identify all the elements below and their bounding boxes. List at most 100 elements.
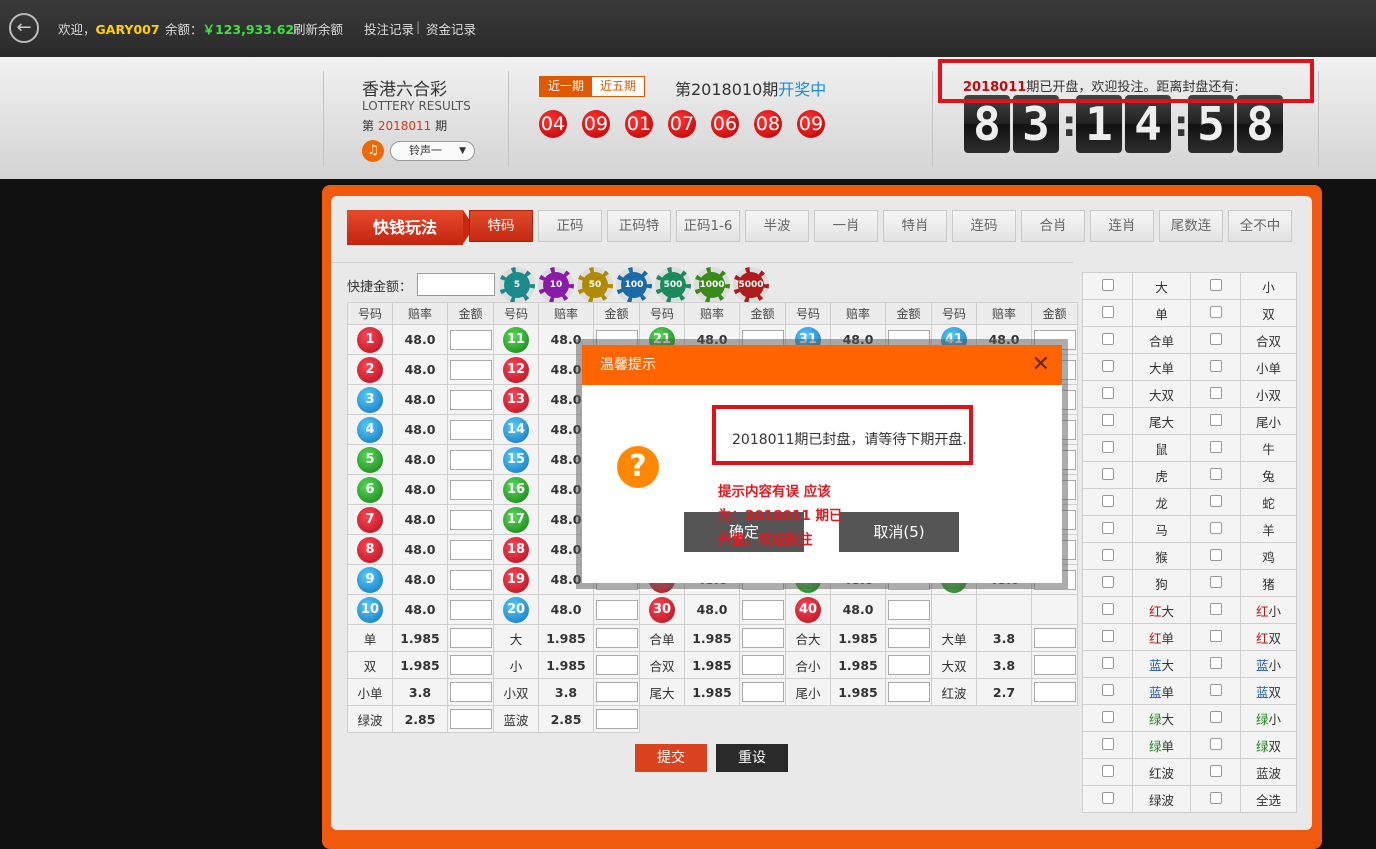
back-arrow-icon[interactable]: ←	[9, 13, 39, 43]
amount-input[interactable]	[449, 655, 492, 675]
submit-button[interactable]: 提交	[635, 744, 707, 772]
checkbox[interactable]	[1101, 548, 1114, 561]
amount-input[interactable]	[741, 655, 784, 675]
number-ball[interactable]: 6	[357, 476, 383, 503]
number-ball[interactable]: 19	[503, 566, 529, 593]
checkbox[interactable]	[1101, 440, 1114, 453]
checkbox[interactable]	[1101, 278, 1114, 291]
amount-input[interactable]	[595, 628, 638, 648]
amount-input[interactable]	[449, 389, 492, 410]
tab-play-1[interactable]: 正码	[538, 210, 602, 242]
checkbox[interactable]	[1209, 359, 1222, 372]
fund-log-link[interactable]: 资金记录	[426, 19, 476, 38]
checkbox[interactable]	[1209, 440, 1222, 453]
amount-input[interactable]	[741, 599, 784, 620]
amount-input[interactable]	[1033, 682, 1076, 702]
number-ball[interactable]: 40	[795, 596, 821, 623]
refresh-balance-link[interactable]: 刷新余额	[293, 19, 343, 38]
checkbox[interactable]	[1209, 575, 1222, 588]
number-ball[interactable]: 5	[357, 446, 383, 473]
checkbox[interactable]	[1101, 494, 1114, 507]
tab-recent-5[interactable]: 近五期	[592, 77, 645, 96]
checkbox[interactable]	[1209, 764, 1222, 777]
number-ball[interactable]: 8	[357, 536, 383, 563]
number-ball[interactable]: 3	[357, 386, 383, 413]
amount-input[interactable]	[449, 449, 492, 470]
tab-play-11[interactable]: 全不中	[1228, 210, 1292, 242]
tab-play-5[interactable]: 一肖	[814, 210, 878, 242]
checkbox[interactable]	[1209, 683, 1222, 696]
checkbox[interactable]	[1209, 278, 1222, 291]
checkbox[interactable]	[1101, 683, 1114, 696]
music-icon[interactable]: ♫	[362, 140, 384, 162]
checkbox[interactable]	[1209, 494, 1222, 507]
checkbox[interactable]	[1209, 305, 1222, 318]
tab-play-6[interactable]: 特肖	[883, 210, 947, 242]
checkbox[interactable]	[1209, 656, 1222, 669]
amount-input[interactable]	[449, 709, 492, 729]
number-ball[interactable]: 12	[503, 356, 529, 383]
tab-play-0[interactable]: 特码	[469, 210, 533, 242]
checkbox[interactable]	[1101, 791, 1114, 804]
amount-input[interactable]	[595, 682, 638, 702]
number-ball[interactable]: 20	[503, 596, 529, 623]
amount-input[interactable]	[449, 509, 492, 530]
amount-input[interactable]	[1033, 655, 1076, 675]
number-ball[interactable]: 30	[649, 596, 675, 623]
number-ball[interactable]: 16	[503, 476, 529, 503]
tab-play-4[interactable]: 半波	[745, 210, 809, 242]
checkbox[interactable]	[1101, 602, 1114, 615]
chip-500[interactable]: 500	[655, 267, 691, 303]
checkbox[interactable]	[1209, 602, 1222, 615]
checkbox[interactable]	[1101, 710, 1114, 723]
tab-play-10[interactable]: 尾数连	[1159, 210, 1223, 242]
tab-play-7[interactable]: 连码	[952, 210, 1016, 242]
chip-10[interactable]: 10	[538, 267, 574, 303]
checkbox[interactable]	[1101, 737, 1114, 750]
number-ball[interactable]: 14	[503, 416, 529, 443]
number-ball[interactable]: 2	[357, 356, 383, 383]
amount-input[interactable]	[449, 569, 492, 590]
chip-1000[interactable]: 1000	[694, 267, 730, 303]
tab-play-8[interactable]: 合肖	[1021, 210, 1085, 242]
checkbox[interactable]	[1101, 359, 1114, 372]
checkbox[interactable]	[1101, 629, 1114, 642]
amount-input[interactable]	[449, 682, 492, 702]
checkbox[interactable]	[1209, 521, 1222, 534]
quick-amount-input[interactable]	[417, 273, 495, 296]
amount-input[interactable]	[449, 539, 492, 560]
checkbox[interactable]	[1101, 521, 1114, 534]
number-ball[interactable]: 11	[503, 326, 529, 353]
checkbox[interactable]	[1209, 548, 1222, 561]
number-ball[interactable]: 7	[357, 506, 383, 533]
cancel-button[interactable]: 取消(5)	[839, 512, 959, 552]
amount-input[interactable]	[595, 599, 638, 620]
checkbox[interactable]	[1209, 737, 1222, 750]
amount-input[interactable]	[741, 682, 784, 702]
number-ball[interactable]: 17	[503, 506, 529, 533]
amount-input[interactable]	[741, 628, 784, 648]
checkbox[interactable]	[1101, 413, 1114, 426]
number-ball[interactable]: 15	[503, 446, 529, 473]
chip-50[interactable]: 50	[577, 267, 613, 303]
amount-input[interactable]	[595, 709, 638, 729]
checkbox[interactable]	[1101, 332, 1114, 345]
amount-input[interactable]	[887, 682, 930, 702]
close-icon[interactable]: ✕	[1032, 345, 1050, 385]
tab-recent-1[interactable]: 近一期	[540, 77, 593, 96]
checkbox[interactable]	[1101, 305, 1114, 318]
amount-input[interactable]	[449, 599, 492, 620]
amount-input[interactable]	[449, 329, 492, 350]
checkbox[interactable]	[1101, 575, 1114, 588]
amount-input[interactable]	[449, 359, 492, 380]
checkbox[interactable]	[1101, 467, 1114, 480]
checkbox[interactable]	[1209, 332, 1222, 345]
tab-play-3[interactable]: 正码1-6	[676, 210, 740, 242]
number-ball[interactable]: 13	[503, 386, 529, 413]
checkbox[interactable]	[1209, 413, 1222, 426]
checkbox[interactable]	[1209, 710, 1222, 723]
checkbox[interactable]	[1209, 467, 1222, 480]
amount-input[interactable]	[887, 599, 930, 620]
amount-input[interactable]	[449, 479, 492, 500]
amount-input[interactable]	[1033, 628, 1076, 648]
